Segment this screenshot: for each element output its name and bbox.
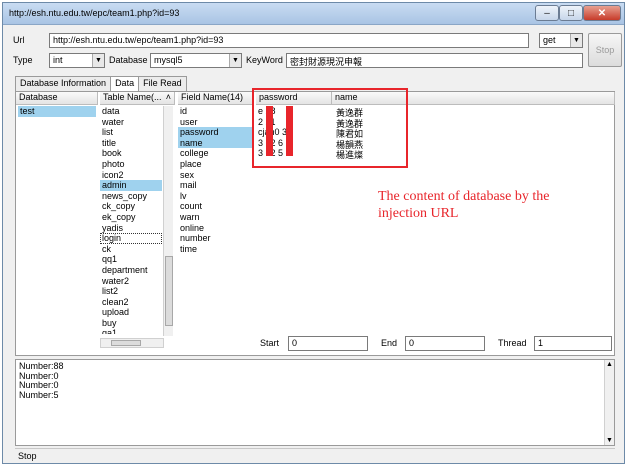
stop-button[interactable]: Stop [588, 33, 622, 67]
log-scrollbar[interactable]: ▲ ▼ [604, 360, 614, 445]
list-item-field[interactable]: online [178, 223, 254, 234]
list-item-table[interactable]: qa1 [100, 328, 162, 334]
close-icon[interactable]: ✕ [583, 5, 621, 21]
list-item-table[interactable]: water [100, 117, 162, 128]
list-item-table[interactable]: upload [100, 307, 162, 318]
chevron-down-icon[interactable]: ▼ [229, 54, 241, 67]
list-item-field[interactable]: count [178, 201, 254, 212]
column-header-table-label: Table Name(... [103, 92, 162, 102]
list-item-field[interactable]: user [178, 117, 254, 128]
list-item-field[interactable]: name [178, 137, 254, 149]
list-item-field[interactable]: place [178, 159, 254, 170]
column-header-database[interactable]: Database [16, 92, 98, 105]
list-item-table[interactable]: qq1 [100, 254, 162, 265]
list-item-table[interactable]: data [100, 106, 162, 117]
log-lines: Number:88 Number:0 Number:0 Number:5 [16, 360, 614, 402]
scroll-thumb[interactable] [165, 256, 173, 326]
list-item-table[interactable]: ck_copy [100, 201, 162, 212]
list-item-table[interactable]: ck [100, 244, 162, 255]
list-item-table[interactable]: ek_copy [100, 212, 162, 223]
list-item-field[interactable]: time [178, 244, 254, 255]
url-input[interactable]: http://esh.ntu.edu.tw/epc/team1.php?id=9… [49, 33, 529, 48]
method-select[interactable]: get ▼ [539, 33, 583, 48]
annotation-line-1: The content of database by the [378, 189, 550, 204]
list-item-field[interactable]: college [178, 148, 254, 159]
annotation-line-2: injection URL [378, 206, 459, 221]
tab-file-read[interactable]: File Read [138, 76, 187, 91]
list-item-table[interactable]: icon2 [100, 170, 162, 181]
list-item-field[interactable]: mail [178, 180, 254, 191]
list-item-table[interactable]: news_copy [100, 191, 162, 202]
status-bar: Stop [15, 448, 615, 463]
type-select[interactable]: int ▼ [49, 53, 105, 68]
end-label: End [381, 338, 398, 348]
list-item-field[interactable]: number [178, 233, 254, 244]
scroll-down-icon[interactable]: ▼ [606, 437, 613, 444]
data-panel: Database Table Name(... ˄ Field Name(14) … [15, 88, 615, 356]
list-item-table[interactable]: department [100, 265, 162, 276]
window-title: http://esh.ntu.edu.tw/epc/team1.php?id=9… [9, 8, 180, 18]
keyword-input[interactable]: 密封財源現況申報 [286, 53, 583, 68]
column-header-table[interactable]: Table Name(... ˄ [100, 92, 175, 105]
type-value: int [53, 55, 63, 65]
list-item-field[interactable]: sex [178, 170, 254, 181]
list-item-table[interactable]: book [100, 148, 162, 159]
database-list: test [18, 106, 96, 117]
redaction-bar [266, 106, 273, 156]
list-item-field[interactable]: warn [178, 212, 254, 223]
log-line: Number:0 [19, 370, 59, 381]
list-item-table[interactable]: clean2 [100, 297, 162, 308]
database-select[interactable]: mysql5 ▼ [150, 53, 242, 68]
chevron-down-icon[interactable]: ▼ [570, 34, 582, 47]
tab-bar: Database Information Data File Read [15, 76, 187, 92]
log-line: Number:88 [19, 361, 64, 371]
list-item-table[interactable]: login [100, 233, 162, 244]
thread-input[interactable]: 1 [534, 336, 612, 351]
list-item-table[interactable]: water2 [100, 276, 162, 287]
list-item-table[interactable]: yadis [100, 223, 162, 234]
field-list: id user password name college place sex mail lv c… [178, 106, 254, 254]
start-label: Start [260, 338, 280, 348]
database-label: Database [109, 55, 148, 65]
url-label: Url [13, 35, 25, 45]
tab-data[interactable]: Data [110, 76, 140, 92]
type-label: Type [13, 55, 33, 65]
list-item-table[interactable]: photo [100, 159, 162, 170]
table-list: data water list title book photo icon2 admin new… [100, 106, 162, 334]
title-bar[interactable]: http://esh.ntu.edu.tw/epc/team1.php?id=9… [3, 3, 624, 25]
thread-label: Thread [498, 338, 527, 348]
keyword-label: KeyWord [246, 55, 283, 65]
list-item-field[interactable]: password [178, 127, 254, 138]
app-window: http://esh.ntu.edu.tw/epc/team1.php?id=9… [2, 2, 625, 464]
list-item-table[interactable]: list2 [100, 286, 162, 297]
table-list-scrollbar[interactable] [163, 106, 173, 336]
log-line: Number:0 [19, 380, 59, 390]
end-input[interactable]: 0 [405, 336, 485, 351]
column-header-field[interactable]: Field Name(14) [178, 92, 253, 105]
tab-database-information[interactable]: Database Information [15, 76, 112, 91]
highlight-box [252, 88, 408, 168]
scroll-up-icon[interactable]: ▲ [606, 361, 613, 368]
table-list-hscrollbar[interactable] [100, 338, 164, 348]
maximize-icon[interactable]: □ [559, 5, 583, 21]
redaction-bar [286, 106, 293, 156]
hscroll-thumb[interactable] [111, 340, 141, 346]
database-value: mysql5 [154, 55, 183, 65]
list-item-table[interactable]: title [100, 138, 162, 149]
list-item-table[interactable]: admin [100, 180, 162, 191]
log-output[interactable]: Number:88 Number:0 Number:0 Number:5 ▲ ▼ [15, 359, 615, 446]
chevron-down-icon[interactable]: ▼ [92, 54, 104, 67]
minimize-icon[interactable]: – [535, 5, 559, 21]
list-item-field[interactable]: lv [178, 191, 254, 202]
sort-up-icon: ˄ [165, 92, 171, 102]
method-value: get [543, 35, 556, 45]
list-item-field[interactable]: id [178, 106, 254, 117]
start-input[interactable]: 0 [288, 336, 368, 351]
list-item-database[interactable]: test [18, 106, 96, 117]
list-item-table[interactable]: list [100, 127, 162, 138]
log-line: Number:5 [19, 389, 59, 400]
list-item-table[interactable]: buy [100, 318, 162, 329]
